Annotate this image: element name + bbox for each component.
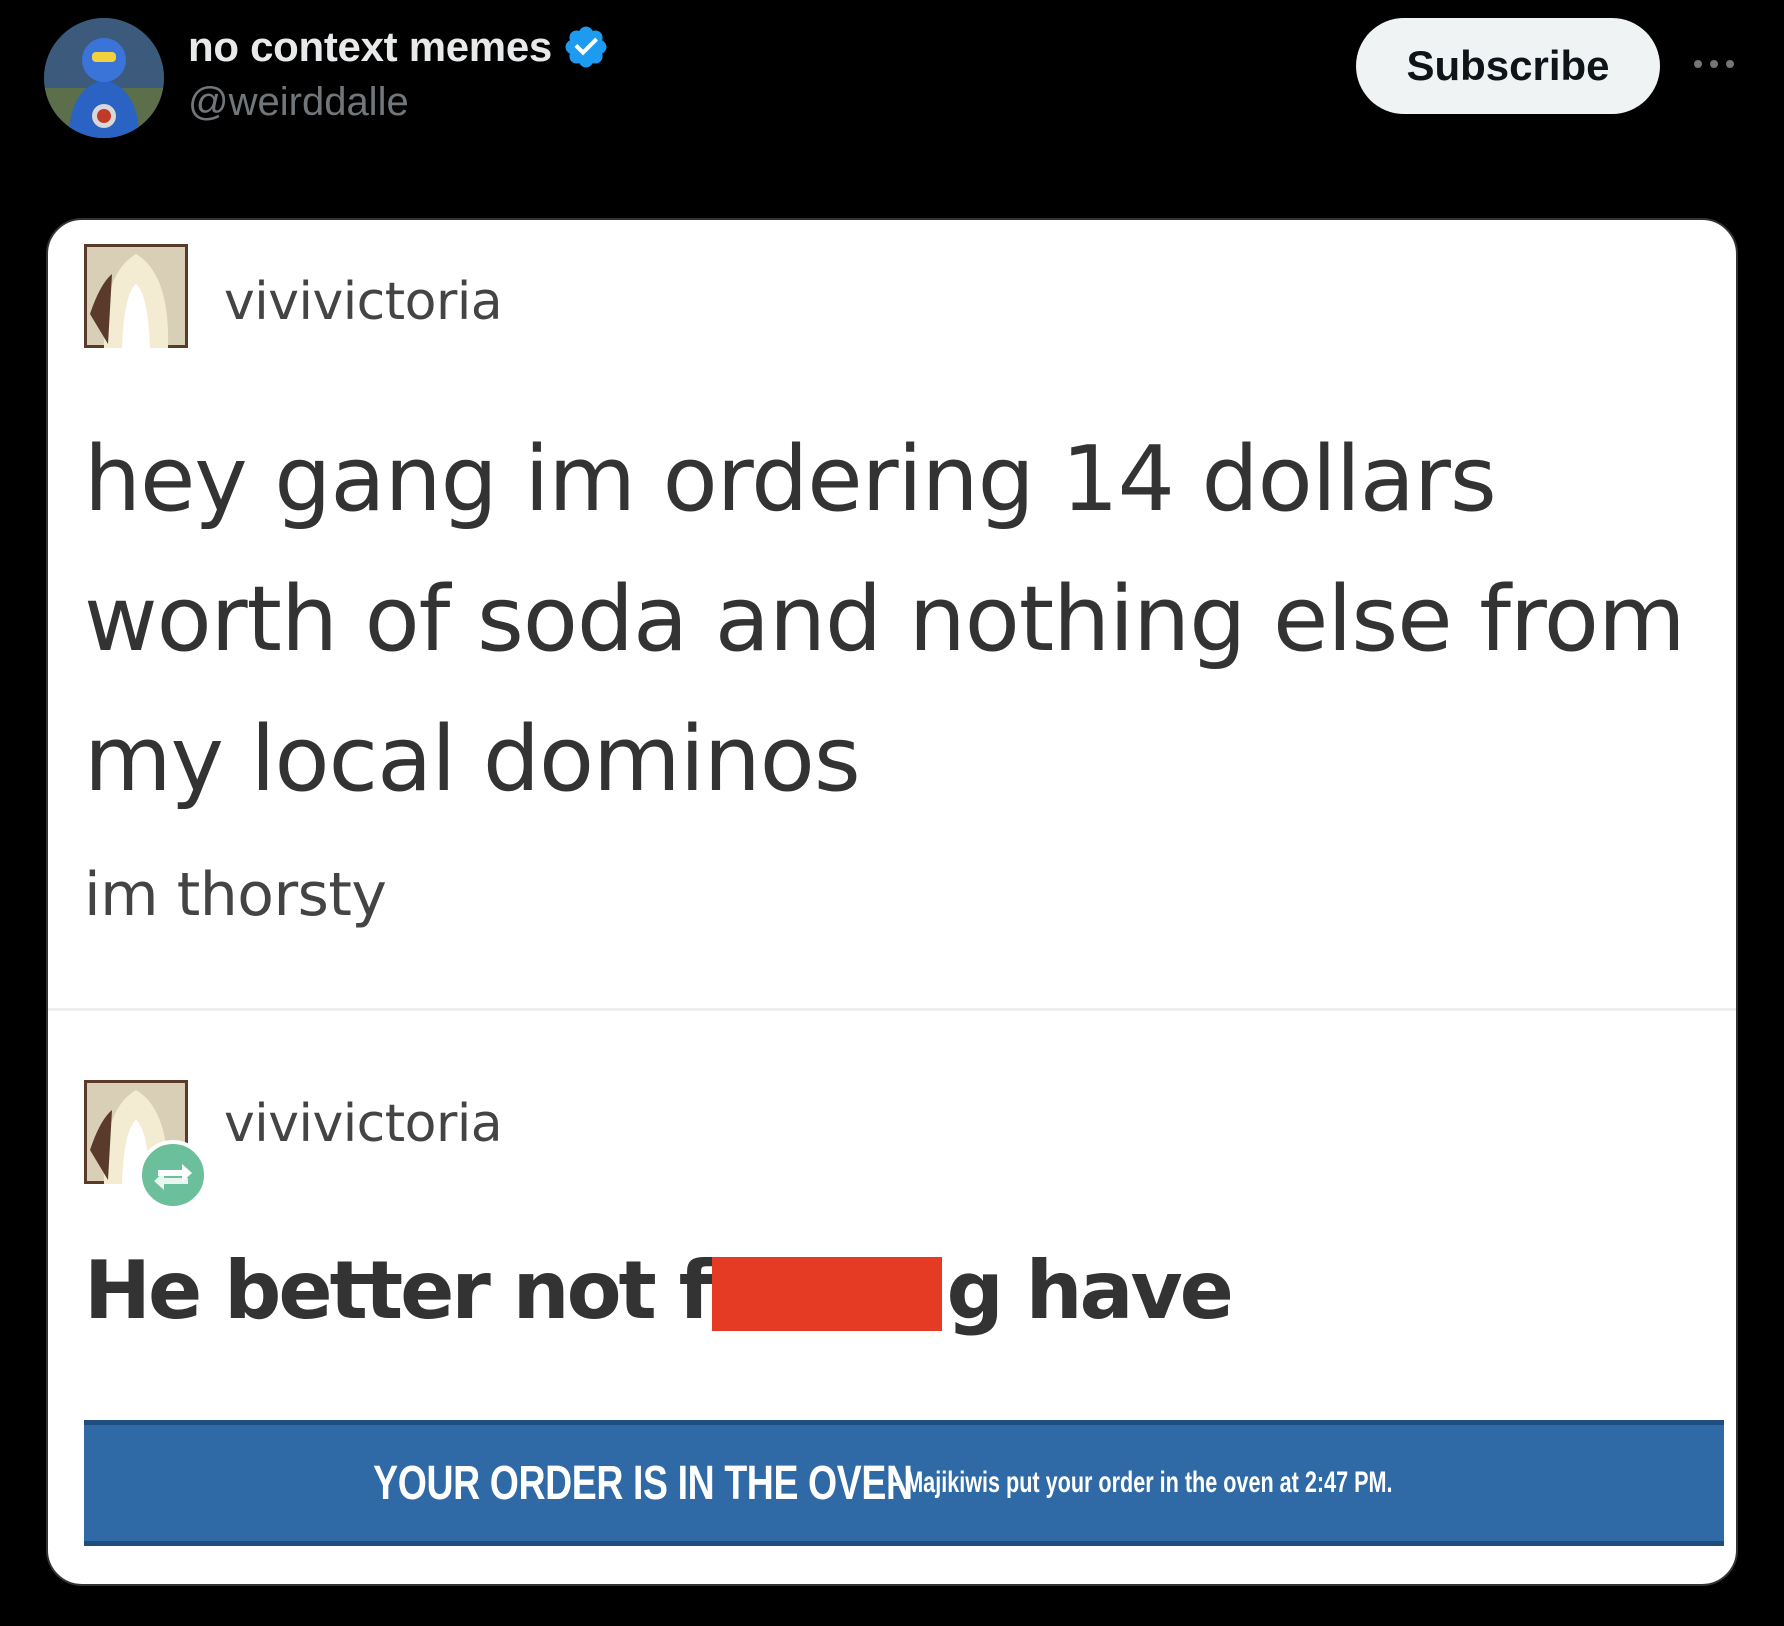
post-avatar [84,244,188,348]
reblog-comment-start: He better not f [84,1243,713,1337]
blonde-character-avatar-icon [84,244,188,348]
order-status-banner: YOUR ORDER IS IN THE OVEN - Majikiwis pu… [84,1420,1724,1546]
order-banner-title: YOUR ORDER IS IN THE OVEN [372,1456,913,1510]
verified-badge-icon[interactable] [562,23,610,71]
post-sub-text: im thorsty [84,860,387,930]
reblog-comment-end: g have [946,1243,1233,1337]
blue-superhero-avatar-icon [44,18,164,138]
tweet-media-image[interactable]: vivivictoria hey gang im ordering 14 dol… [46,218,1738,1586]
reblog-comment: He better not f g have [84,1240,1234,1340]
order-banner-detail: - Majikiwis put your order in the oven a… [892,1466,1393,1499]
more-options-icon[interactable] [1690,52,1738,76]
post-divider [48,1008,1736,1011]
author-avatar[interactable] [44,18,164,138]
post-main-text: hey gang im ordering 14 dollars worth of… [84,427,1686,812]
post-username: vivivictoria [224,272,503,332]
author-handle[interactable]: @weirddalle [188,80,409,125]
reblog-username: vivivictoria [224,1094,503,1154]
reblog-icon [138,1140,208,1210]
censor-bar [712,1257,943,1331]
display-name-row: no context memes [188,22,610,72]
subscribe-button[interactable]: Subscribe [1356,18,1660,114]
display-name[interactable]: no context memes [188,23,552,71]
